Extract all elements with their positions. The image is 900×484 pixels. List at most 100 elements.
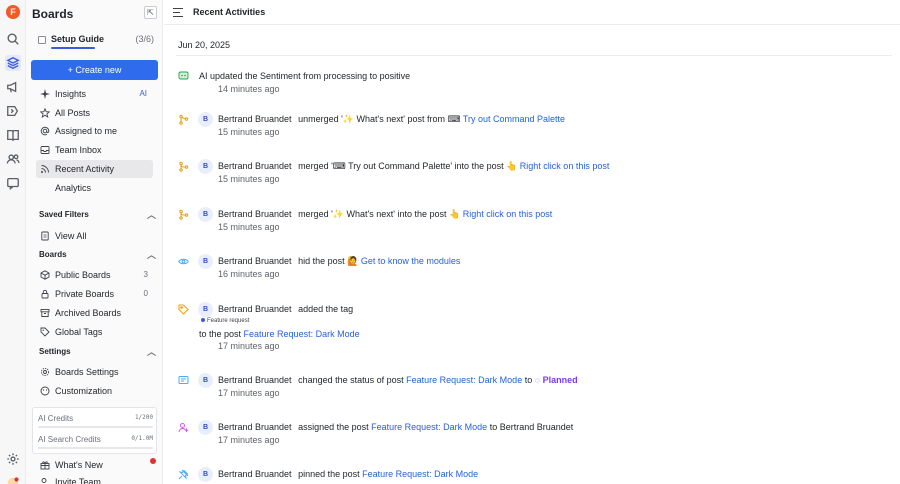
menu-icon[interactable]	[173, 8, 183, 17]
activity-time: 17 minutes ago	[218, 341, 280, 351]
activity-verb: assigned the post	[298, 422, 372, 432]
setup-guide-label: Setup Guide	[51, 34, 105, 44]
sidebar-item-label: Customization	[55, 386, 113, 396]
tag-icon	[40, 327, 50, 337]
gear-icon	[40, 367, 50, 377]
item-count: 0	[143, 289, 148, 298]
tag-icon	[178, 304, 189, 315]
credits-bar	[38, 447, 153, 449]
sidebar-item-public-boards[interactable]: Public Boards 3	[36, 266, 153, 284]
star-icon	[40, 108, 50, 118]
activity-text: Bertrand Bruandet hid the post 🙋 Get to …	[218, 256, 460, 267]
sidebar-item-whats-new[interactable]: What's New	[36, 456, 153, 474]
sidebar-item-private-boards[interactable]: Private Boards 0	[36, 285, 153, 303]
avatar[interactable]: B	[198, 159, 213, 174]
avatar[interactable]: B	[198, 302, 213, 317]
chat-icon[interactable]	[5, 175, 21, 191]
layers-icon[interactable]	[5, 55, 21, 71]
lock-icon	[40, 289, 50, 299]
activity-time: 15 minutes ago	[218, 127, 280, 137]
avatar[interactable]: B	[198, 467, 213, 482]
activity-user[interactable]: Bertrand Bruandet	[218, 375, 292, 385]
activity-user[interactable]: Bertrand Bruandet	[218, 114, 292, 124]
megaphone-icon[interactable]	[5, 79, 21, 95]
post-link[interactable]: Right click on this post	[463, 209, 553, 219]
tag-label: Feature request	[207, 318, 250, 324]
sidebar-item-view-all[interactable]: View All	[36, 227, 153, 245]
sidebar-item-analytics[interactable]: Analytics	[36, 179, 153, 197]
sidebar-item-label: Boards Settings	[55, 367, 119, 377]
activity-text: Bertrand Bruandet pinned the post Featur…	[218, 469, 478, 479]
activity-verb: merged '✨ What's next' into the post 👆	[298, 209, 463, 219]
sidebar-item-recent-activity[interactable]: Recent Activity	[36, 160, 153, 178]
rss-icon	[40, 164, 50, 174]
sidebar-item-label: Insights	[55, 89, 87, 99]
boards-header[interactable]: Boards ︿	[39, 249, 156, 261]
settings-icon[interactable]	[5, 451, 21, 467]
sidebar-item-archived-boards[interactable]: Archived Boards	[36, 304, 153, 322]
activity-suffix: to Bertrand Bruandet	[487, 422, 574, 432]
settings-header[interactable]: Settings ︿	[39, 346, 156, 358]
setup-guide-count: (3/6)	[135, 34, 154, 44]
sidebar-item-label: View All	[55, 231, 87, 241]
post-link[interactable]: Feature Request: Dark Mode	[371, 422, 487, 432]
ai-badge: AI	[139, 89, 147, 98]
sidebar-item-label: Assigned to me	[55, 126, 118, 136]
avatar[interactable]: B	[198, 112, 213, 127]
sidebar-item-label: Team Inbox	[55, 145, 102, 155]
sidebar-item-assigned[interactable]: Assigned to me	[36, 122, 153, 140]
activity-verb: hid the post 🙋	[298, 256, 361, 266]
activity-time: 14 minutes ago	[218, 84, 280, 94]
notification-dot	[150, 458, 156, 464]
credits-value: 0/1.0M	[131, 435, 153, 442]
post-link[interactable]: Try out Command Palette	[463, 114, 565, 124]
date-heading: Jun 20, 2025	[178, 40, 231, 50]
header: Recent Activities	[164, 0, 900, 25]
saved-filters-header[interactable]: Saved Filters ︿	[39, 209, 156, 221]
avatar[interactable]: B	[198, 207, 213, 222]
activity-user[interactable]: Bertrand Bruandet	[218, 256, 292, 266]
roadmap-icon[interactable]	[5, 103, 21, 119]
activity-user[interactable]: Bertrand Bruandet	[218, 422, 292, 432]
app-logo[interactable]: F	[6, 5, 20, 19]
post-link[interactable]: Feature Request: Dark Mode	[362, 469, 478, 479]
activity-text: Bertrand Bruandet unmerged '✨ What's nex…	[218, 114, 565, 125]
user-plus-icon	[40, 477, 50, 484]
post-link[interactable]: Get to know the modules	[361, 256, 461, 266]
sidebar-item-customization[interactable]: Customization	[36, 382, 153, 400]
users-icon[interactable]	[5, 151, 21, 167]
post-link[interactable]: Feature Request: Dark Mode	[406, 375, 522, 385]
chevron-up-icon: ︿	[146, 210, 156, 220]
sidebar-item-label: Public Boards	[55, 270, 111, 280]
sidebar-item-global-tags[interactable]: Global Tags	[36, 323, 153, 341]
credits-panel: AI Credits 1/200 AI Search Credits 0/1.0…	[32, 407, 157, 454]
section-title: Saved Filters	[39, 210, 89, 219]
activity-verb: AI updated the Sentiment from processing…	[199, 71, 411, 81]
avatar[interactable]: B	[198, 420, 213, 435]
activity-user[interactable]: Bertrand Bruandet	[218, 304, 292, 314]
post-link[interactable]: Feature Request: Dark Mode	[244, 329, 360, 339]
cube-icon	[40, 270, 50, 280]
sidebar-item-all-posts[interactable]: All Posts	[36, 104, 153, 122]
search-icon[interactable]	[5, 31, 21, 47]
activity-user[interactable]: Bertrand Bruandet	[218, 161, 292, 171]
sidebar-item-team-inbox[interactable]: Team Inbox	[36, 141, 153, 159]
post-link[interactable]: Right click on this post	[520, 161, 610, 171]
book-icon[interactable]	[5, 127, 21, 143]
avatar[interactable]: B	[198, 373, 213, 388]
sidebar-item-insights[interactable]: Insights AI	[36, 85, 153, 103]
avatar-icon[interactable]	[5, 475, 21, 484]
chevron-up-icon: ︿	[146, 250, 156, 260]
sidebar-item-invite-team[interactable]: Invite Team	[36, 473, 153, 484]
tag-pill[interactable]: Feature request	[201, 318, 249, 324]
activity-prefix: to the post	[199, 329, 244, 339]
create-new-button[interactable]: + Create new	[31, 60, 158, 80]
merge-icon	[178, 161, 189, 172]
sidebar-item-boards-settings[interactable]: Boards Settings	[36, 363, 153, 381]
avatar[interactable]: B	[198, 254, 213, 269]
activity-user[interactable]: Bertrand Bruandet	[218, 209, 292, 219]
sidebar-item-label: Global Tags	[55, 327, 103, 337]
setup-guide[interactable]: Setup Guide (3/6)	[38, 34, 154, 50]
collapse-sidebar-icon[interactable]: ⇱	[144, 6, 157, 19]
activity-user[interactable]: Bertrand Bruandet	[218, 469, 292, 479]
